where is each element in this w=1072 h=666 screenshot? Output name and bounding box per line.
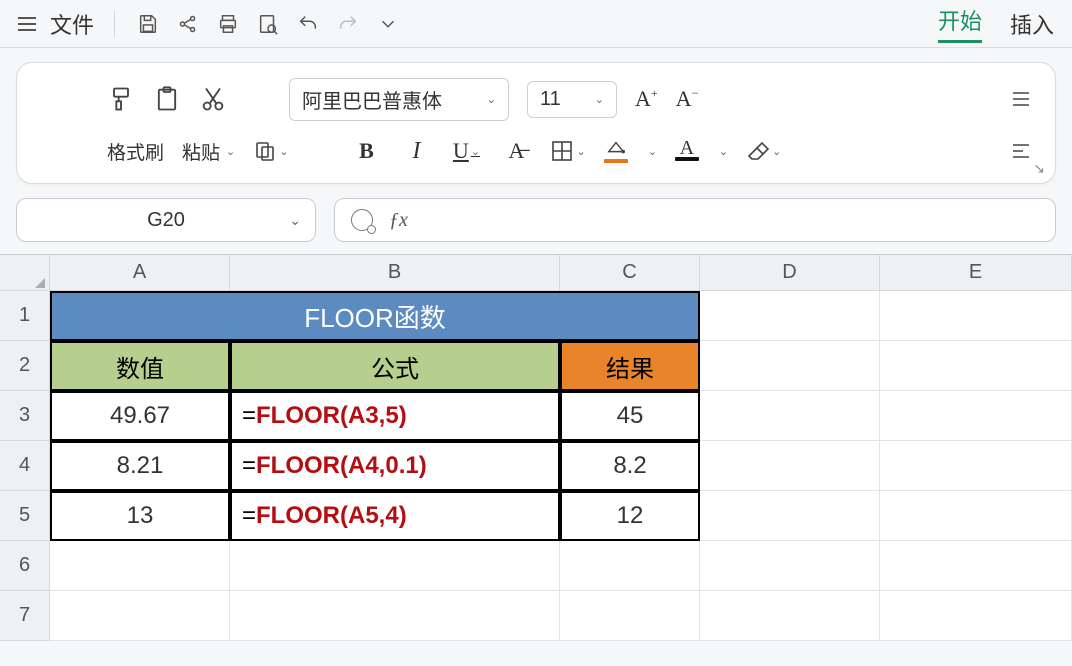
- menu-icon[interactable]: [18, 17, 36, 31]
- separator: [114, 11, 115, 37]
- cell[interactable]: [700, 441, 880, 491]
- decrease-font-button[interactable]: A−: [676, 86, 699, 112]
- chevron-down-icon: ⌄: [487, 93, 496, 106]
- col-header-a[interactable]: A: [50, 255, 230, 291]
- row-header-1[interactable]: 1: [0, 291, 50, 341]
- bold-button[interactable]: B: [350, 135, 382, 167]
- font-color-button[interactable]: A: [675, 141, 699, 161]
- cell-formula[interactable]: =FLOOR(A4,0.1): [230, 441, 560, 491]
- font-family-select[interactable]: 阿里巴巴普惠体 ⌄: [289, 78, 509, 121]
- table-title[interactable]: FLOOR函数: [50, 291, 700, 341]
- font-size-select[interactable]: 11 ⌄: [527, 81, 617, 118]
- row-header-5[interactable]: 5: [0, 491, 50, 541]
- menubar: 文件 开始 插入: [0, 0, 1072, 48]
- col-header-e[interactable]: E: [880, 255, 1072, 291]
- save-icon[interactable]: [135, 11, 161, 37]
- row-header-7[interactable]: 7: [0, 591, 50, 641]
- chevron-down-icon[interactable]: ⌄: [289, 212, 301, 229]
- fill-color-button[interactable]: [604, 139, 628, 163]
- cell[interactable]: [230, 591, 560, 641]
- fx-label: ƒx: [389, 209, 408, 232]
- cell[interactable]: [880, 291, 1072, 341]
- font-size-value: 11: [540, 88, 561, 111]
- cell[interactable]: [230, 541, 560, 591]
- cell[interactable]: [700, 291, 880, 341]
- cell-value[interactable]: 13: [50, 491, 230, 541]
- formula-row: G20 ⌄ ƒx: [16, 198, 1056, 242]
- font-family-value: 阿里巴巴普惠体: [302, 85, 442, 114]
- spreadsheet-grid: A B C D E 1 FLOOR函数 2 数值 公式 结果 3 49.67 =…: [0, 254, 1072, 641]
- borders-button[interactable]: ⌄: [550, 139, 585, 163]
- file-menu[interactable]: 文件: [50, 8, 94, 40]
- row-header-6[interactable]: 6: [0, 541, 50, 591]
- cell-formula[interactable]: =FLOOR(A3,5): [230, 391, 560, 441]
- align-menu-icon[interactable]: [1009, 139, 1033, 163]
- cell-value[interactable]: 49.67: [50, 391, 230, 441]
- col-header-c[interactable]: C: [560, 255, 700, 291]
- header-result[interactable]: 结果: [560, 341, 700, 391]
- cell[interactable]: [700, 541, 880, 591]
- strikethrough-button[interactable]: A̶: [500, 135, 532, 167]
- cell[interactable]: [880, 341, 1072, 391]
- cell[interactable]: [880, 541, 1072, 591]
- row-header-2[interactable]: 2: [0, 341, 50, 391]
- chevron-down-icon: ⌄: [595, 93, 604, 106]
- undo-icon[interactable]: [295, 11, 321, 37]
- header-value[interactable]: 数值: [50, 341, 230, 391]
- font-color-dropdown[interactable]: ⌄: [719, 145, 728, 158]
- increase-font-button[interactable]: A+: [635, 86, 658, 112]
- preview-icon[interactable]: [255, 11, 281, 37]
- formula-bar[interactable]: ƒx: [334, 198, 1056, 242]
- cell[interactable]: [880, 491, 1072, 541]
- active-cell-ref: G20: [147, 209, 185, 232]
- ribbon: 阿里巴巴普惠体 ⌄ 11 ⌄ A+ A− 格式刷 粘贴⌄ ⌄ B I U⌄ A̶…: [16, 62, 1056, 184]
- history-dropdown-icon[interactable]: [375, 11, 401, 37]
- cell[interactable]: [50, 591, 230, 641]
- cell[interactable]: [700, 491, 880, 541]
- share-icon[interactable]: [175, 11, 201, 37]
- fill-color-dropdown[interactable]: ⌄: [648, 145, 657, 158]
- header-formula[interactable]: 公式: [230, 341, 560, 391]
- cell[interactable]: [560, 591, 700, 641]
- cell-result[interactable]: 45: [560, 391, 700, 441]
- cell[interactable]: [700, 591, 880, 641]
- print-icon[interactable]: [215, 11, 241, 37]
- align-icon[interactable]: [1009, 87, 1033, 111]
- cell[interactable]: [700, 341, 880, 391]
- eraser-icon[interactable]: ⌄: [746, 139, 781, 163]
- clipboard-options-icon[interactable]: ⌄: [253, 139, 288, 163]
- tab-insert[interactable]: 插入: [1010, 8, 1054, 40]
- cell[interactable]: [50, 541, 230, 591]
- redo-icon[interactable]: [335, 11, 361, 37]
- cut-icon[interactable]: [199, 85, 227, 113]
- cell[interactable]: [880, 591, 1072, 641]
- cell-result[interactable]: 8.2: [560, 441, 700, 491]
- cell[interactable]: [880, 441, 1072, 491]
- function-assist-icon[interactable]: [351, 209, 373, 231]
- italic-button[interactable]: I: [400, 135, 432, 167]
- underline-button[interactable]: U⌄: [450, 135, 482, 167]
- cell[interactable]: [560, 541, 700, 591]
- cell[interactable]: [700, 391, 880, 441]
- paste-icon[interactable]: [153, 85, 181, 113]
- col-header-b[interactable]: B: [230, 255, 560, 291]
- cell[interactable]: [880, 391, 1072, 441]
- select-all-corner[interactable]: [0, 255, 50, 291]
- paste-button[interactable]: 粘贴⌄: [182, 138, 235, 165]
- name-box[interactable]: G20 ⌄: [16, 198, 316, 242]
- cell-result[interactable]: 12: [560, 491, 700, 541]
- cell-formula[interactable]: =FLOOR(A5,4): [230, 491, 560, 541]
- row-header-3[interactable]: 3: [0, 391, 50, 441]
- format-painter-icon[interactable]: [107, 85, 135, 113]
- format-painter-button[interactable]: 格式刷: [107, 138, 164, 165]
- col-header-d[interactable]: D: [700, 255, 880, 291]
- cell-value[interactable]: 8.21: [50, 441, 230, 491]
- ribbon-expand-icon[interactable]: ↘: [1033, 160, 1045, 177]
- tab-start[interactable]: 开始: [938, 4, 982, 43]
- row-header-4[interactable]: 4: [0, 441, 50, 491]
